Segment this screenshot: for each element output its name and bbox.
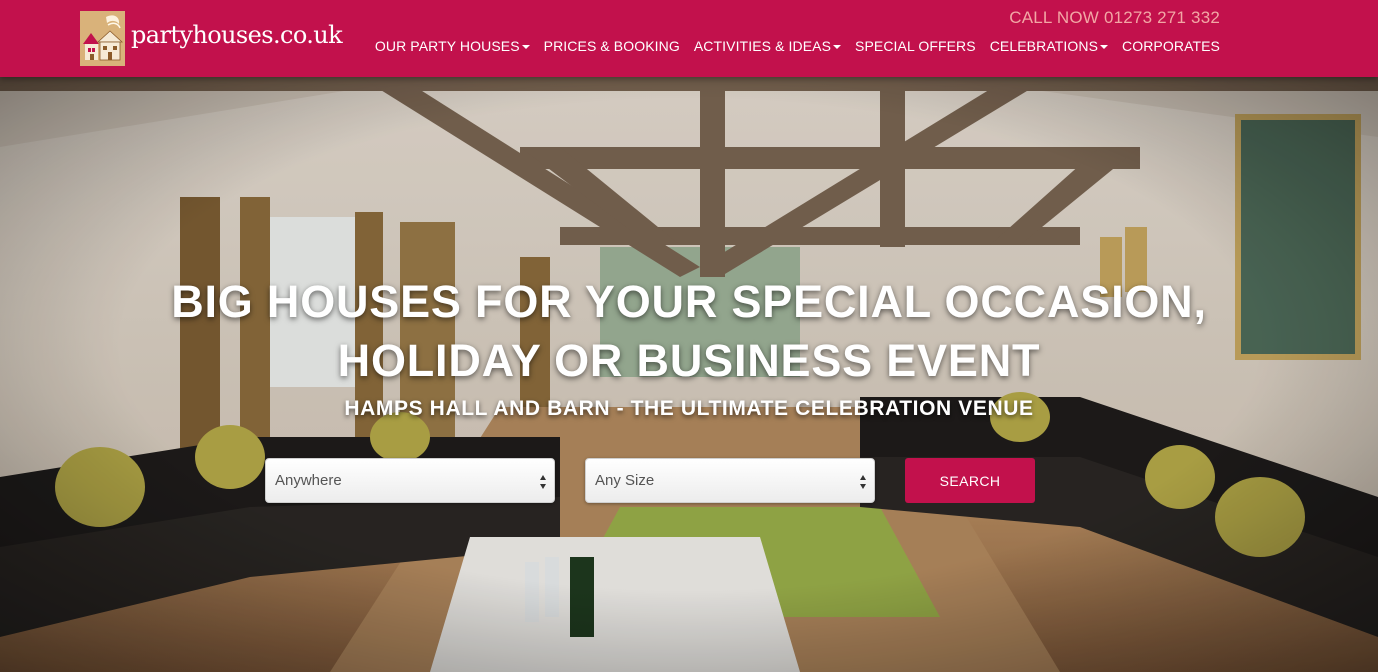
caret-down-icon [833, 44, 842, 49]
house-illustration-icon [80, 10, 125, 66]
nav-our-party-houses[interactable]: OUR PARTY HOUSES [375, 38, 530, 54]
call-now-phone[interactable]: CALL NOW 01273 271 332 [1009, 8, 1220, 28]
nav-corporates[interactable]: CORPORATES [1122, 38, 1220, 54]
hero-headline-line2: HOLIDAY OR BUSINESS EVENT [337, 335, 1041, 386]
nav-activities-ideas[interactable]: ACTIVITIES & IDEAS [693, 38, 842, 54]
hero-subheadline: HAMPS HALL AND BARN - THE ULTIMATE CELEB… [344, 397, 1034, 420]
group-size-select[interactable]: Any Size [585, 458, 875, 503]
caret-down-icon [521, 44, 530, 49]
hero-banner: BIG HOUSES FOR YOUR SPECIAL OCCASION, HO… [0, 77, 1378, 672]
location-select-value: Anywhere [275, 472, 342, 489]
nav-prices-booking[interactable]: PRICES & BOOKING [544, 38, 680, 54]
nav-special-offers[interactable]: SPECIAL OFFERS [855, 38, 976, 54]
select-arrows-icon [540, 475, 546, 489]
location-select[interactable]: Anywhere [265, 458, 555, 503]
site-logo[interactable]: partyhouses.co.uk [80, 10, 343, 66]
nav-label: ACTIVITIES & IDEAS [693, 38, 832, 54]
nav-label: PRICES & BOOKING [543, 38, 680, 54]
hero-headline: BIG HOUSES FOR YOUR SPECIAL OCCASION, HO… [0, 272, 1378, 390]
site-header: partyhouses.co.uk CALL NOW 01273 271 332… [0, 0, 1378, 77]
search-button[interactable]: SEARCH [905, 458, 1035, 503]
property-search-form: Anywhere Any Size SEARCH [0, 458, 1378, 503]
nav-label: SPECIAL OFFERS [855, 38, 976, 54]
nav-label: CELEBRATIONS [989, 38, 1099, 54]
nav-label: CORPORATES [1122, 38, 1220, 54]
select-arrows-icon [860, 475, 866, 489]
group-size-select-value: Any Size [595, 472, 655, 489]
nav-celebrations[interactable]: CELEBRATIONS [989, 38, 1109, 54]
caret-down-icon [1100, 44, 1109, 49]
hero-headline-line1: BIG HOUSES FOR YOUR SPECIAL OCCASION, [171, 276, 1207, 327]
logo-wordmark: partyhouses.co.uk [131, 21, 343, 49]
nav-label: OUR PARTY HOUSES [374, 38, 520, 54]
main-nav: OUR PARTY HOUSES PRICES & BOOKING ACTIVI… [375, 38, 1220, 54]
